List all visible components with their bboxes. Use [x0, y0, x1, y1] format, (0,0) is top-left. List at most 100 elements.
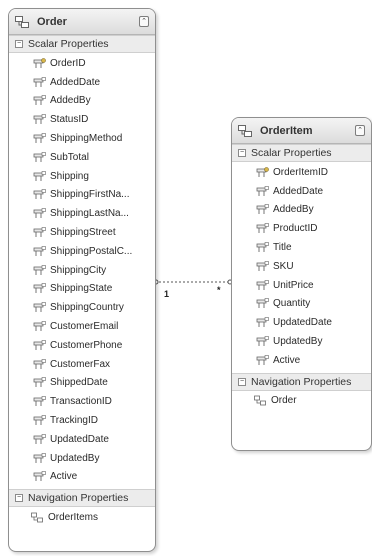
key-property-icon	[256, 167, 269, 177]
property-row[interactable]: Active	[9, 468, 155, 487]
diagram-canvas: 1 * Order ⌃ − Scalar Properties OrderID A…	[0, 0, 372, 556]
navigation-property-row[interactable]: OrderItems	[9, 507, 155, 527]
navigation-property-icon	[31, 512, 43, 523]
collapse-section-icon[interactable]: −	[238, 377, 246, 386]
property-name: AddedBy	[50, 95, 91, 107]
property-name: CustomerPhone	[50, 339, 123, 351]
property-icon	[33, 283, 46, 294]
scalar-properties-header[interactable]: − Scalar Properties	[9, 35, 155, 53]
property-icon	[33, 246, 46, 256]
property-row[interactable]: AddedBy	[9, 92, 155, 111]
section-label: Scalar Properties	[251, 147, 332, 159]
property-list: OrderItemID AddedDate AddedBy ProductID Titl…	[232, 162, 371, 373]
property-name: ShippingStreet	[50, 227, 116, 239]
property-icon	[33, 170, 46, 181]
property-row[interactable]: ProductID	[232, 219, 371, 238]
property-icon	[33, 302, 46, 313]
property-name: TrackingID	[50, 415, 98, 427]
collapse-section-icon[interactable]: −	[15, 40, 23, 48]
property-row[interactable]: ShippingMethod	[9, 129, 155, 148]
collapse-section-icon[interactable]: −	[238, 149, 246, 157]
property-icon	[256, 336, 269, 347]
property-row[interactable]: ShippingPostalC...	[9, 242, 155, 261]
entity-icon	[15, 15, 29, 28]
property-icon	[256, 298, 269, 309]
property-icon	[33, 396, 46, 407]
property-row[interactable]: ShippingFirstNa...	[9, 186, 155, 205]
property-name: Title	[273, 242, 292, 254]
property-row[interactable]: AddedDate	[232, 182, 371, 201]
property-row[interactable]: ShippingStreet	[9, 223, 155, 242]
property-name: CustomerFax	[50, 358, 111, 370]
navigation-properties-header[interactable]: − Navigation Properties	[9, 489, 155, 508]
section-label: Navigation Properties	[251, 375, 352, 388]
property-icon	[256, 355, 269, 365]
property-name: OrderID	[50, 57, 86, 69]
navigation-properties-header[interactable]: − Navigation Properties	[232, 372, 371, 391]
property-row[interactable]: StatusID	[9, 110, 155, 129]
property-row[interactable]: CustomerFax	[9, 355, 155, 374]
entity-icon	[238, 124, 252, 137]
property-row[interactable]: UpdatedDate	[232, 313, 371, 332]
property-name: OrderItemID	[273, 166, 329, 178]
property-row[interactable]: TransactionID	[9, 392, 155, 411]
key-property-icon	[33, 58, 46, 68]
property-icon	[256, 223, 269, 234]
property-row[interactable]: ShippedDate	[9, 374, 155, 393]
property-name: AddedDate	[50, 76, 101, 88]
property-row[interactable]: Quantity	[232, 295, 371, 314]
property-icon	[256, 185, 269, 196]
property-name: ShippingCountry	[50, 302, 124, 314]
property-row[interactable]: OrderItemID	[232, 163, 371, 182]
property-name: SKU	[273, 260, 294, 272]
property-name: UpdatedDate	[50, 433, 109, 445]
property-name: AddedBy	[273, 204, 314, 216]
property-name: ShippingState	[50, 283, 113, 295]
property-row[interactable]: AddedDate	[9, 73, 155, 92]
property-row[interactable]: UpdatedDate	[9, 430, 155, 449]
entity-title: OrderItem	[260, 124, 313, 137]
property-row[interactable]: UpdatedBy	[9, 449, 155, 468]
collapse-button[interactable]: ⌃	[355, 125, 365, 136]
property-name: ShippingLastNa...	[50, 208, 129, 220]
property-icon	[33, 133, 46, 144]
property-row[interactable]: ShippingCity	[9, 261, 155, 280]
property-icon	[33, 434, 46, 444]
entity-orderitem[interactable]: OrderItem ⌃ − Scalar Properties OrderIte…	[231, 117, 372, 451]
collapse-button[interactable]: ⌃	[139, 16, 149, 27]
property-icon	[33, 152, 46, 162]
property-row[interactable]: OrderID	[9, 54, 155, 73]
property-name: UpdatedBy	[273, 336, 323, 348]
property-row[interactable]: SKU	[232, 257, 371, 276]
property-name: ShippingMethod	[50, 133, 123, 145]
property-row[interactable]: ShippingState	[9, 280, 155, 299]
property-name: ProductID	[273, 223, 318, 235]
collapse-section-icon[interactable]: −	[15, 494, 23, 503]
property-icon	[33, 208, 46, 219]
navigation-property-icon	[254, 395, 266, 406]
scalar-properties-header[interactable]: − Scalar Properties	[232, 144, 371, 162]
property-row[interactable]: Title	[232, 238, 371, 257]
property-icon	[33, 264, 46, 275]
property-row[interactable]: Shipping	[9, 167, 155, 186]
entity-header[interactable]: Order ⌃	[9, 9, 155, 35]
navigation-property-row[interactable]: Order	[232, 391, 371, 411]
property-row[interactable]: Active	[232, 351, 371, 370]
entity-header[interactable]: OrderItem ⌃	[232, 118, 371, 144]
property-row[interactable]: UpdatedBy	[232, 332, 371, 351]
property-icon	[33, 321, 46, 332]
navigation-property-name: Order	[271, 395, 297, 407]
property-row[interactable]: CustomerEmail	[9, 317, 155, 336]
property-row[interactable]: SubTotal	[9, 148, 155, 167]
property-name: StatusID	[50, 114, 89, 126]
property-name: TransactionID	[50, 396, 112, 408]
property-row[interactable]: ShippingCountry	[9, 298, 155, 317]
property-row[interactable]: CustomerPhone	[9, 336, 155, 355]
property-row[interactable]: AddedBy	[232, 201, 371, 220]
property-row[interactable]: UnitPrice	[232, 276, 371, 295]
property-row[interactable]: ShippingLastNa...	[9, 204, 155, 223]
navigation-property-name: OrderItems	[48, 511, 99, 523]
property-row[interactable]: TrackingID	[9, 411, 155, 430]
navigation-list: Order	[232, 391, 371, 411]
entity-order[interactable]: Order ⌃ − Scalar Properties OrderID Added…	[8, 8, 156, 552]
